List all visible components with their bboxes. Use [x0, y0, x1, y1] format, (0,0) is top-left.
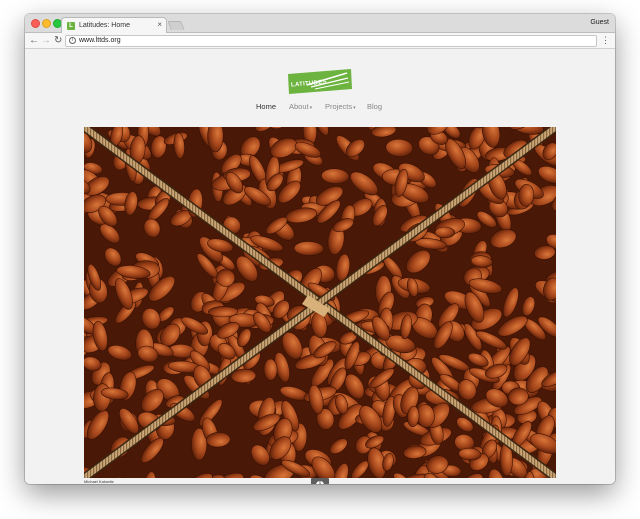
tab-strip: L Latitudes: Home × Guest — [25, 14, 615, 33]
minimize-window-button[interactable] — [42, 19, 51, 28]
nav-item-about[interactable]: About▾ — [289, 101, 312, 114]
address-bar[interactable]: i www.lttds.org — [65, 35, 597, 47]
browser-toolbar: ← → ↻ i www.lttds.org ⋮ — [25, 33, 615, 49]
tab-latitudes-home[interactable]: L Latitudes: Home × — [61, 17, 167, 33]
back-arrow-icon[interactable]: ← — [29, 35, 39, 47]
reload-icon[interactable]: ↻ — [54, 35, 62, 47]
site-favicon-icon: L — [67, 21, 75, 30]
nav-item-home[interactable]: Home — [256, 101, 276, 113]
date-fruit — [434, 226, 456, 239]
close-window-button[interactable] — [31, 19, 40, 28]
address-text: www.lttds.org — [79, 37, 121, 44]
date-fruit — [263, 358, 278, 381]
kebab-menu-icon[interactable]: ⋮ — [601, 34, 610, 46]
dates-photo — [84, 127, 556, 478]
browser-window: L Latitudes: Home × Guest ← → ↻ i www.lt… — [25, 14, 615, 484]
close-icon[interactable]: × — [157, 20, 162, 29]
date-fruit — [208, 306, 238, 318]
new-tab-button[interactable] — [167, 21, 185, 30]
hero-image — [84, 127, 556, 478]
web-page: LATITUDES Home About▾ Projects▾ Blog Mic… — [25, 49, 615, 484]
nav-item-label: About — [289, 102, 309, 111]
date-fruit — [216, 268, 236, 287]
forward-arrow-icon[interactable]: → — [41, 35, 51, 47]
chevron-down-icon: ▾ — [353, 105, 356, 111]
site-logo[interactable]: LATITUDES — [287, 69, 353, 94]
tab-title: Latitudes: Home — [79, 22, 130, 29]
nav-item-projects[interactable]: Projects▾ — [325, 101, 356, 114]
chevron-down-icon: ▾ — [309, 105, 313, 111]
nav-item-blog[interactable]: Blog — [367, 101, 382, 113]
desktop: L Latitudes: Home × Guest ← → ↻ i www.lt… — [0, 0, 640, 519]
nav-item-label: Projects — [325, 102, 353, 111]
info-icon[interactable]: i — [69, 37, 76, 44]
main-nav: Home About▾ Projects▾ Blog — [25, 101, 615, 115]
profile-button[interactable]: Guest — [590, 19, 609, 26]
image-info-button[interactable]: i — [311, 478, 329, 484]
info-icon: i — [316, 481, 324, 484]
photo-credit: Michael Kalowitz — [84, 479, 114, 484]
